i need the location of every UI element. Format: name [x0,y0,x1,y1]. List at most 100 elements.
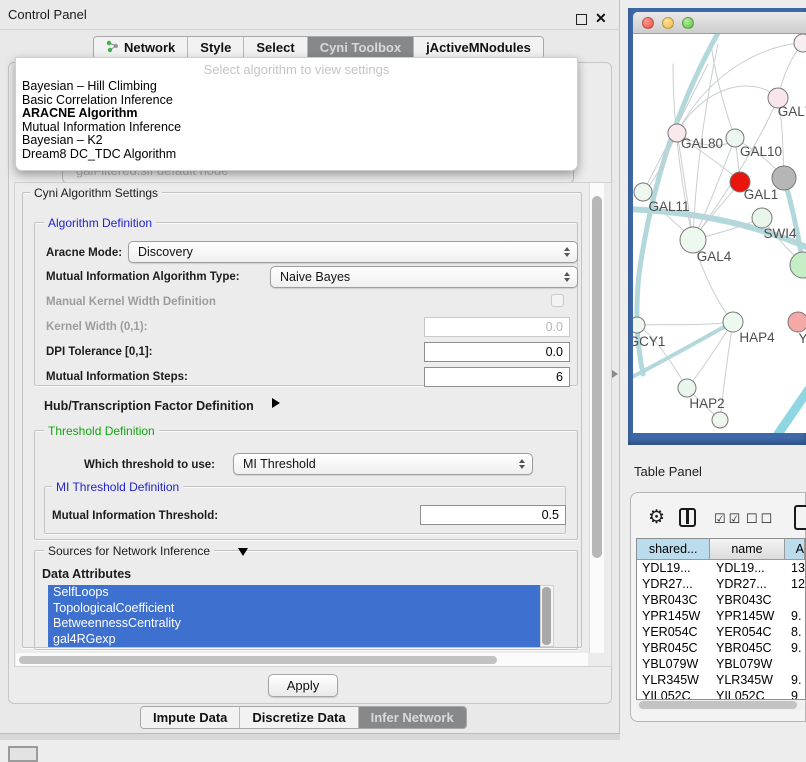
algorithm-option[interactable]: Dream8 DC_TDC Algorithm [16,148,577,162]
network-node[interactable] [723,312,743,332]
network-edge[interactable] [687,322,733,388]
column-header[interactable]: name [710,539,784,559]
panel-bottom-edge [0,733,620,740]
table-cell: YER054C [711,625,786,639]
network-node-label: GAL1 [744,187,779,202]
network-view-window[interactable]: GAL7GAL80GAL10GAL1GAL11SWI4GAL4HAP4YGCY1… [628,8,806,445]
column-header[interactable]: shared... [637,539,710,559]
tab-label: Select [256,40,294,55]
tab-impute-data[interactable]: Impute Data [141,707,240,728]
table-cell: YDL19... [637,561,711,575]
table-row[interactable]: YPR145WYPR145W9. [637,608,805,624]
control-panel-title: Control Panel [8,7,87,22]
node-attribute-table[interactable]: shared...nameA YDL19...YDL19...13YDR27..… [636,538,806,700]
table-row[interactable]: YIL052CYIL052C9 [637,688,805,700]
tab-style[interactable]: Style [188,37,244,58]
manual-kernel-checkbox[interactable] [551,294,564,307]
data-attribute-item[interactable]: TopologicalCoefficient [48,601,554,617]
network-edge[interactable] [677,86,778,133]
tab-select[interactable]: Select [244,37,307,58]
control-panel-window: Control Panel ✕ NetworkStyle Select Cyni T… [0,0,620,733]
show-columns-icon[interactable] [679,508,696,527]
float-panel-icon[interactable] [576,14,587,25]
gear-icon[interactable]: ⚙ [648,506,665,529]
mi-steps-label: Mutual Information Steps: [46,371,188,383]
zoom-traffic-light-icon[interactable] [682,17,694,29]
algorithm-option[interactable]: Mutual Information Inference [16,121,577,135]
algorithm-option[interactable]: Bayesian – K2 [16,134,577,148]
data-attributes-list[interactable]: SelfLoopsTopologicalCoefficientBetweenne… [48,585,554,647]
cyni-bottom-tabstrip: Impute Data Discretize Data Infer Network [140,706,467,729]
settings-horizontal-scrollbar-thumb[interactable] [19,656,497,664]
settings-vertical-scrollbar-thumb[interactable] [592,196,602,558]
minimize-traffic-light-icon[interactable] [662,17,674,29]
network-node-label: HAP2 [689,396,724,411]
tab-cyni-toolbox[interactable]: Cyni Toolbox [308,37,414,58]
sources-title[interactable]: Sources for Network Inference [44,544,214,558]
attributes-scrollbar-thumb[interactable] [542,587,551,645]
data-attribute-item[interactable]: gal4RGexp [48,632,554,648]
network-icon [106,40,119,56]
table-horizontal-scrollbar-thumb[interactable] [639,701,797,709]
table-row[interactable]: YBR045CYBR045C9. [637,640,805,656]
algorithm-dropdown-placeholder: Select algorithm to view settings [16,58,577,80]
which-threshold-select[interactable]: MI Threshold [233,453,533,475]
network-node[interactable] [794,34,806,52]
data-attribute-item[interactable]: SelfLoops [48,585,554,601]
algorithm-option[interactable]: Bayesian – Hill Climbing [16,80,577,94]
network-node[interactable] [788,312,806,332]
table-header-row[interactable]: shared...nameA [637,539,805,560]
tab-infer-network[interactable]: Infer Network [359,707,466,728]
network-node-label: GAL4 [697,249,732,264]
network-node-label: Y [798,331,806,346]
deselect-all-checkboxes-icon[interactable]: ☐☐ [746,511,775,527]
network-edge[interactable] [637,322,733,325]
algorithm-option[interactable]: ARACNE Algorithm [16,107,577,121]
network-window-titlebar[interactable] [633,12,806,34]
tab-discretize-data[interactable]: Discretize Data [240,707,358,728]
network-node[interactable] [633,317,645,333]
table-row[interactable]: YDR27...YDR27...12 [637,576,805,592]
splitter-collapse-icon[interactable] [612,370,618,378]
data-attribute-item[interactable]: BetweennessCentrality [48,616,554,632]
table-row[interactable]: YLR345WYLR345W9. [637,672,805,688]
mi-type-select[interactable]: Naive Bayes [270,266,578,288]
export-table-icon[interactable] [794,505,806,530]
table-row[interactable]: YBL079WYBL079W [637,656,805,672]
table-row[interactable]: YBR043CYBR043C [637,592,805,608]
apply-button[interactable]: Apply [268,674,338,697]
close-icon[interactable]: ✕ [595,10,607,27]
network-node[interactable] [712,412,728,428]
hub-section-label[interactable]: Hub/Transcription Factor Definition [44,399,254,413]
aracne-mode-select[interactable]: Discovery [128,241,578,263]
dpi-tolerance-field[interactable]: 0.0 [424,342,570,362]
tab-network[interactable]: Network [94,37,188,58]
table-cell: 9. [786,609,805,623]
mi-steps-field[interactable]: 6 [424,367,570,387]
table-row[interactable]: YDL19...YDL19...13 [637,560,805,576]
table-cell: YDR27... [637,577,711,591]
mi-type-value: Naive Bayes [280,270,350,284]
network-node-label: GAL11 [648,199,689,214]
network-edge[interactable] [633,322,733,379]
network-node[interactable] [752,208,772,228]
tab-label: Discretize Data [252,710,345,725]
network-graph-canvas[interactable]: GAL7GAL80GAL10GAL1GAL11SWI4GAL4HAP4YGCY1… [633,34,806,433]
data-attributes-label: Data Attributes [42,567,131,581]
collapse-arrow-icon[interactable] [238,548,248,556]
network-node[interactable] [790,252,806,278]
column-header[interactable]: A [785,539,805,559]
tab-jactivemnodules[interactable]: jActiveMNodules [414,37,543,58]
close-traffic-light-icon[interactable] [642,17,654,29]
network-node[interactable] [678,379,696,397]
stepper-arrows-icon [564,272,570,282]
algorithm-option[interactable]: Basic Correlation Inference [16,94,577,108]
mi-threshold-field[interactable]: 0.5 [420,505,566,525]
select-all-checkboxes-icon[interactable]: ☑☑ [714,511,743,527]
network-edge[interactable] [778,386,806,433]
network-node-label: GAL80 [681,136,723,151]
table-panel-title: Table Panel [634,464,702,479]
expand-arrow-icon[interactable] [272,398,280,408]
table-row[interactable]: YER054CYER054C8. [637,624,805,640]
mi-steps-value: 6 [556,370,563,384]
